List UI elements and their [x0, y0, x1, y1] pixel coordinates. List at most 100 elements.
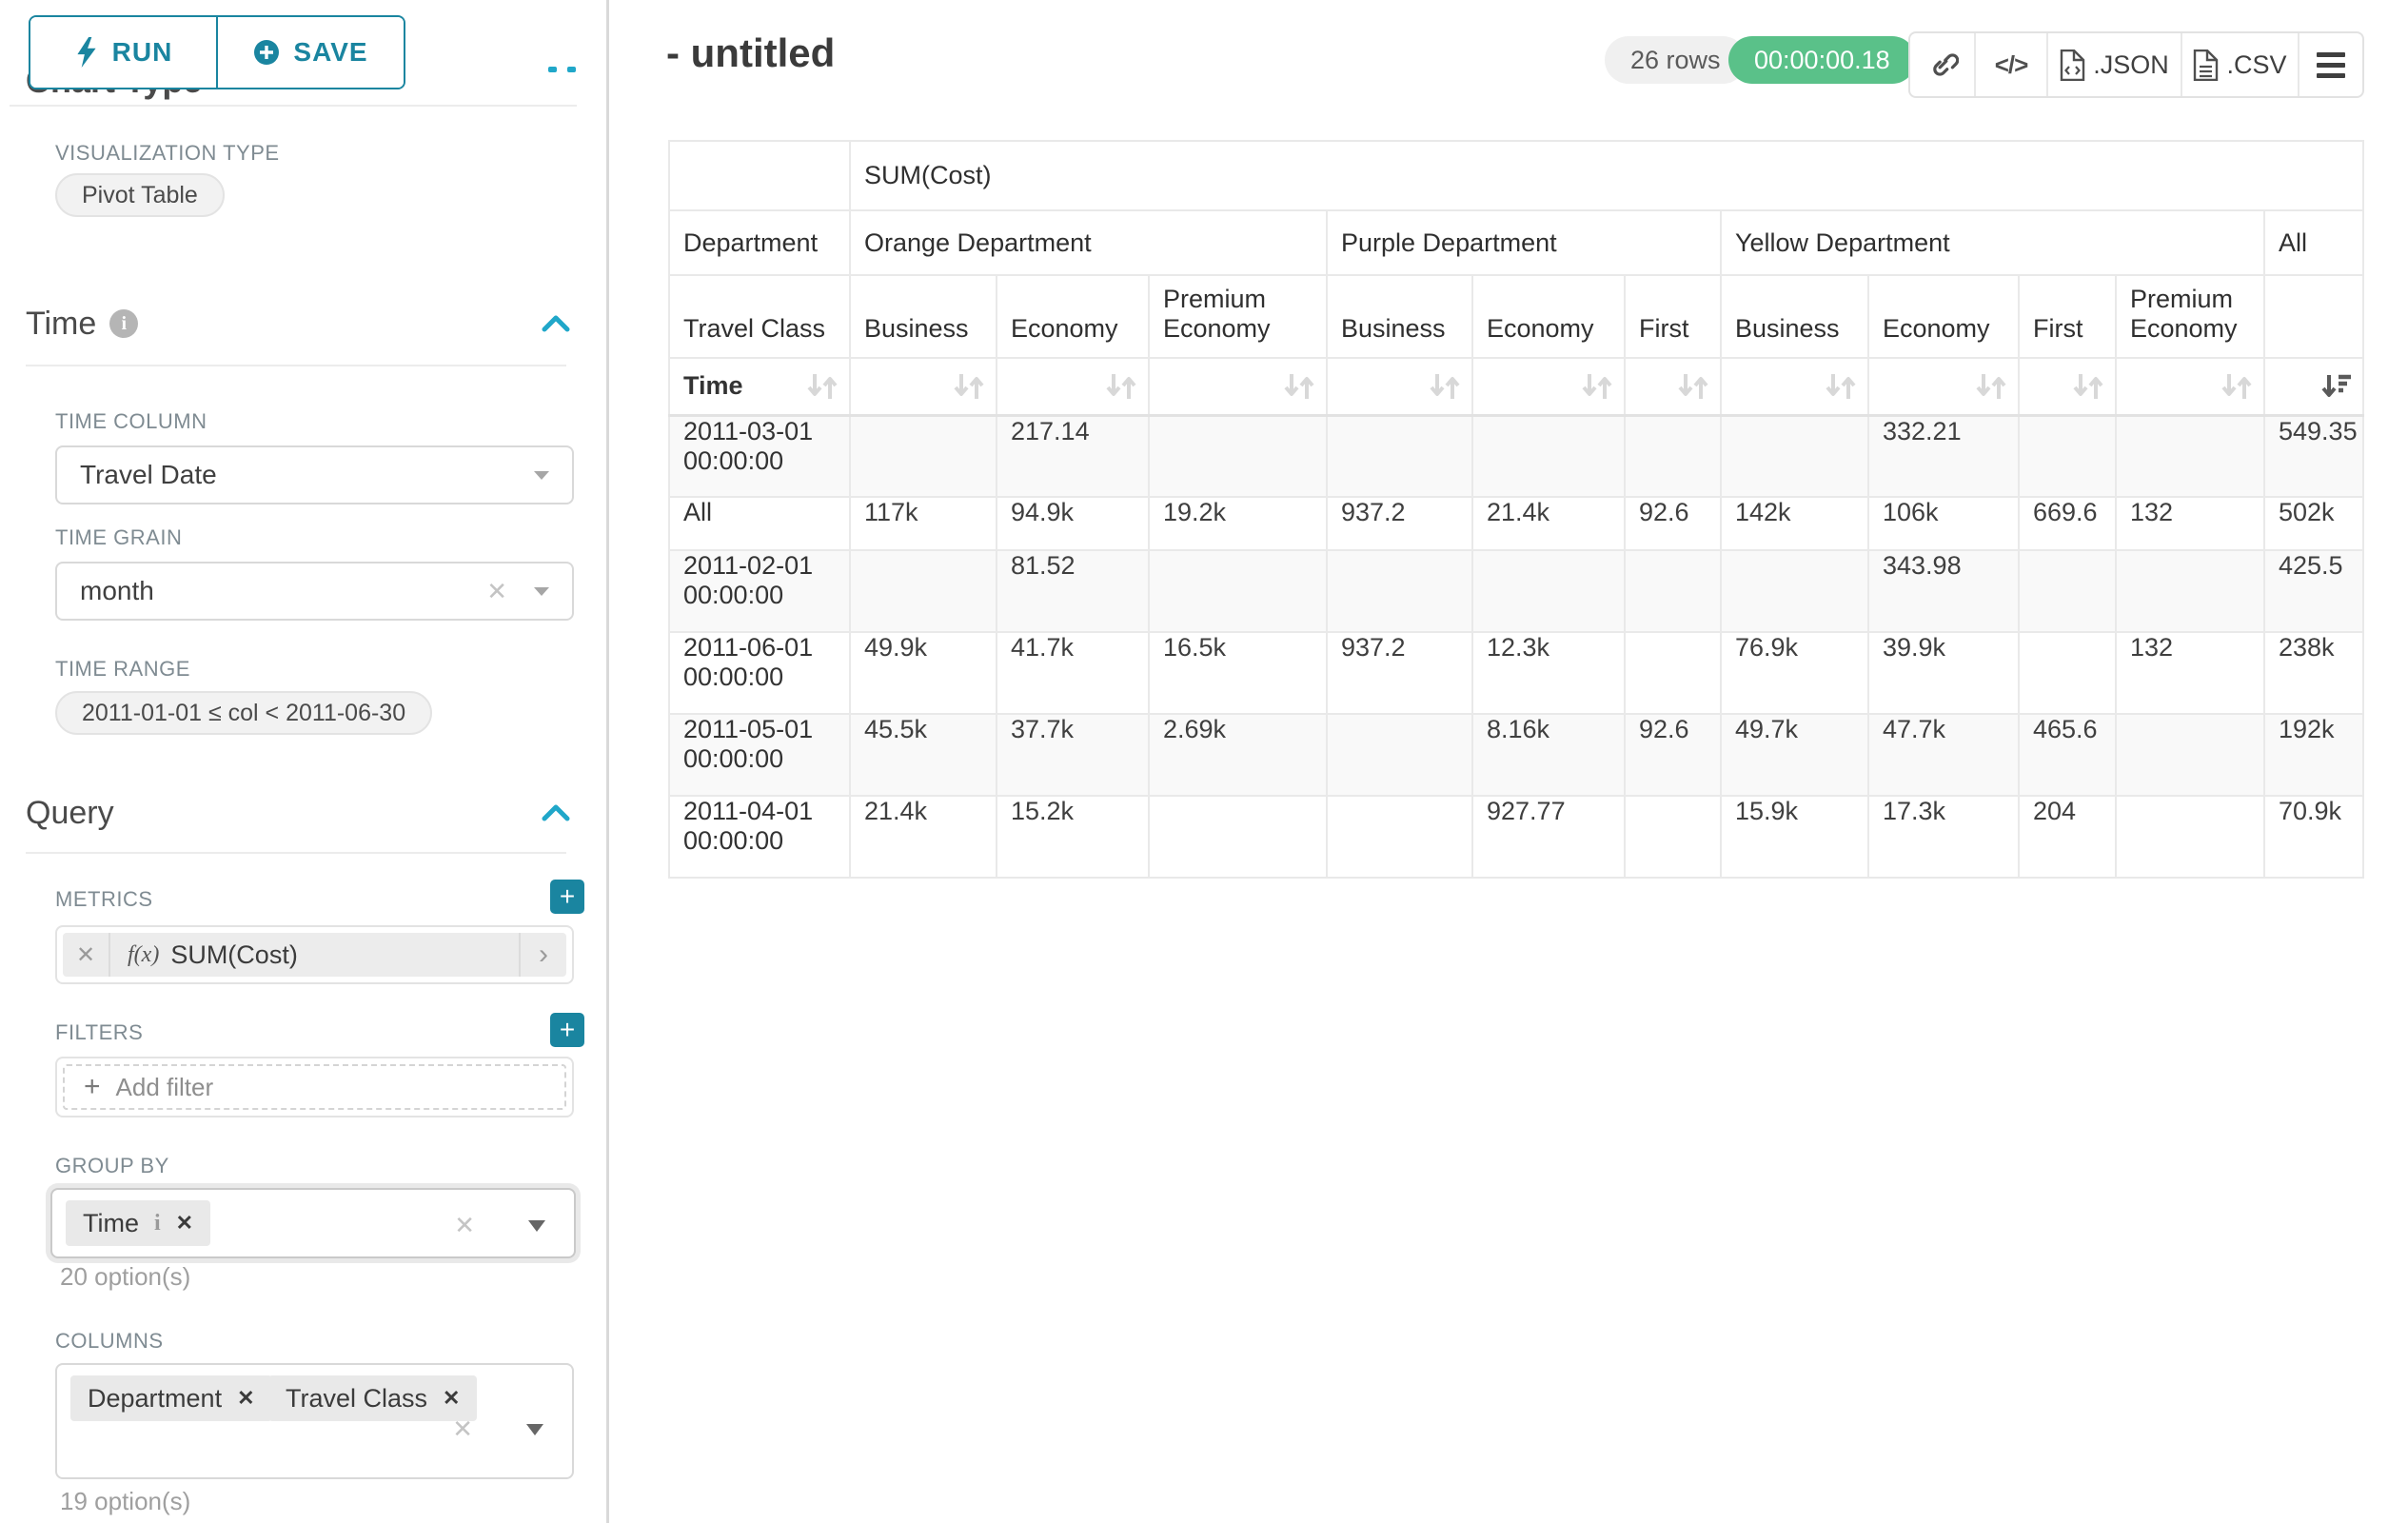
pivot-cell: 49.7k	[1721, 714, 1868, 796]
pivot-cell: 238k	[2264, 632, 2363, 714]
pivot-cell: 217.14	[997, 415, 1149, 497]
columns-chip[interactable]: Travel Class ✕	[268, 1375, 477, 1421]
caret-down-icon[interactable]	[526, 1424, 543, 1435]
pivot-row: 2011-05-01 00:00:0045.5k37.7k2.69k8.16k9…	[669, 714, 2363, 796]
sort-icon	[2071, 372, 2105, 401]
column-sort-header[interactable]	[1472, 358, 1625, 415]
pivot-cell: 502k	[2264, 497, 2363, 550]
sort-icon	[1580, 372, 1614, 401]
caret-down-icon[interactable]	[528, 1220, 545, 1232]
add-filter-button[interactable]: +	[550, 1013, 584, 1047]
chart-area: - untitled 26 rows 00:00:00.18 </> .JSON…	[609, 0, 2408, 1523]
sort-icon	[1974, 372, 2008, 401]
column-sort-header[interactable]	[2116, 358, 2264, 415]
chevron-up-icon[interactable]	[541, 803, 571, 822]
column-sort-header[interactable]	[1327, 358, 1472, 415]
remove-chip-icon[interactable]: ✕	[176, 1211, 193, 1236]
column-sort-header[interactable]	[2264, 358, 2363, 415]
chevron-up-icon[interactable]	[541, 314, 571, 333]
pivot-cell	[2019, 632, 2116, 714]
column-sort-header[interactable]	[997, 358, 1149, 415]
save-button[interactable]: SAVE	[218, 17, 404, 88]
panel-resize-dot[interactable]	[567, 67, 576, 72]
travel-class-header	[2264, 275, 2363, 358]
pivot-cell	[2019, 550, 2116, 632]
pivot-cell	[1721, 550, 1868, 632]
pivot-cell	[1625, 550, 1721, 632]
column-sort-header[interactable]	[2019, 358, 2116, 415]
function-icon: f(x)	[128, 942, 159, 968]
group-by-chip[interactable]: Time i ✕	[66, 1200, 210, 1246]
remove-metric-icon[interactable]: ✕	[63, 933, 110, 977]
pivot-cell: 117k	[850, 497, 997, 550]
export-json-button[interactable]: .JSON	[2048, 33, 2182, 96]
columns-chip[interactable]: Department ✕	[70, 1375, 272, 1421]
menu-button[interactable]	[2299, 33, 2362, 96]
pivot-cell	[1472, 550, 1625, 632]
pivot-cell: 19.2k	[1149, 497, 1327, 550]
column-sort-header[interactable]	[1625, 358, 1721, 415]
group-by-select[interactable]: Time i ✕ ✕	[50, 1188, 576, 1258]
clear-icon[interactable]: ✕	[452, 1414, 473, 1444]
sort-icon	[1824, 372, 1858, 401]
column-sort-header[interactable]	[1868, 358, 2019, 415]
time-section-header: Time i	[26, 303, 571, 345]
department-group-header: Yellow Department	[1721, 210, 2264, 275]
columns-options-hint: 19 option(s)	[60, 1487, 190, 1516]
sort-icon	[805, 372, 839, 401]
add-metric-button[interactable]: +	[550, 880, 584, 914]
time-grain-select[interactable]: month ✕	[55, 562, 574, 621]
travel-class-header: Economy	[997, 275, 1149, 358]
metrics-label: METRICS	[55, 887, 153, 912]
chevron-right-icon[interactable]: ›	[519, 933, 566, 977]
row-header: 2011-06-01 00:00:00	[669, 632, 850, 714]
time-range-pill[interactable]: 2011-01-01 ≤ col < 2011-06-30	[55, 691, 432, 735]
time-section-title: Time	[26, 306, 96, 343]
pivot-row: 2011-06-01 00:00:0049.9k41.7k16.5k937.21…	[669, 632, 2363, 714]
metric-name: SUM(Cost)	[170, 940, 298, 970]
department-group-header: Orange Department	[850, 210, 1327, 275]
pivot-cell: 92.6	[1625, 497, 1721, 550]
run-button[interactable]: RUN	[30, 17, 218, 88]
sort-descending-active-icon	[2320, 372, 2353, 401]
panel-resize-dot[interactable]	[548, 67, 557, 72]
pivot-cell	[1625, 796, 1721, 878]
corner-cell	[669, 141, 850, 210]
caret-down-icon	[534, 471, 549, 480]
pivot-table: SUM(Cost)DepartmentOrange DepartmentPurp…	[668, 140, 2364, 879]
column-sort-header[interactable]	[1721, 358, 1868, 415]
column-sort-header[interactable]	[850, 358, 997, 415]
row-header: All	[669, 497, 850, 550]
row-count-badge: 26 rows	[1605, 36, 1747, 84]
remove-chip-icon[interactable]: ✕	[237, 1386, 254, 1411]
pivot-cell: 192k	[2264, 714, 2363, 796]
pivot-cell	[1327, 796, 1472, 878]
pivot-cell	[2019, 415, 2116, 497]
visualization-type-pill[interactable]: Pivot Table	[55, 173, 225, 217]
pivot-cell: 669.6	[2019, 497, 2116, 550]
pivot-cell: 937.2	[1327, 497, 1472, 550]
export-csv-button[interactable]: .CSV	[2182, 33, 2299, 96]
row-axis-sort-header[interactable]: Time	[669, 358, 850, 415]
pivot-cell: 332.21	[1868, 415, 2019, 497]
add-filter-dropzone[interactable]: + Add filter	[63, 1064, 566, 1110]
pivot-cell: 41.7k	[997, 632, 1149, 714]
remove-chip-icon[interactable]: ✕	[443, 1386, 460, 1411]
pivot-cell: 8.16k	[1472, 714, 1625, 796]
columns-label: COLUMNS	[55, 1329, 164, 1354]
copy-link-button[interactable]	[1910, 33, 1976, 96]
travel-class-header: First	[1625, 275, 1721, 358]
divider	[10, 105, 577, 107]
embed-code-button[interactable]: </>	[1976, 33, 2048, 96]
time-column-select[interactable]: Travel Date	[55, 445, 574, 504]
pivot-cell	[1327, 714, 1472, 796]
pivot-cell: 94.9k	[997, 497, 1149, 550]
columns-select[interactable]: Department ✕ Travel Class ✕ ✕	[55, 1363, 574, 1479]
info-icon: i	[109, 309, 138, 338]
metrics-control: ✕ f(x) SUM(Cost) ›	[55, 925, 574, 984]
metric-pill[interactable]: ✕ f(x) SUM(Cost) ›	[63, 933, 566, 977]
column-sort-header[interactable]	[1149, 358, 1327, 415]
clear-icon[interactable]: ✕	[454, 1211, 475, 1240]
chart-title[interactable]: - untitled	[666, 30, 835, 76]
clear-icon[interactable]: ✕	[486, 577, 507, 606]
